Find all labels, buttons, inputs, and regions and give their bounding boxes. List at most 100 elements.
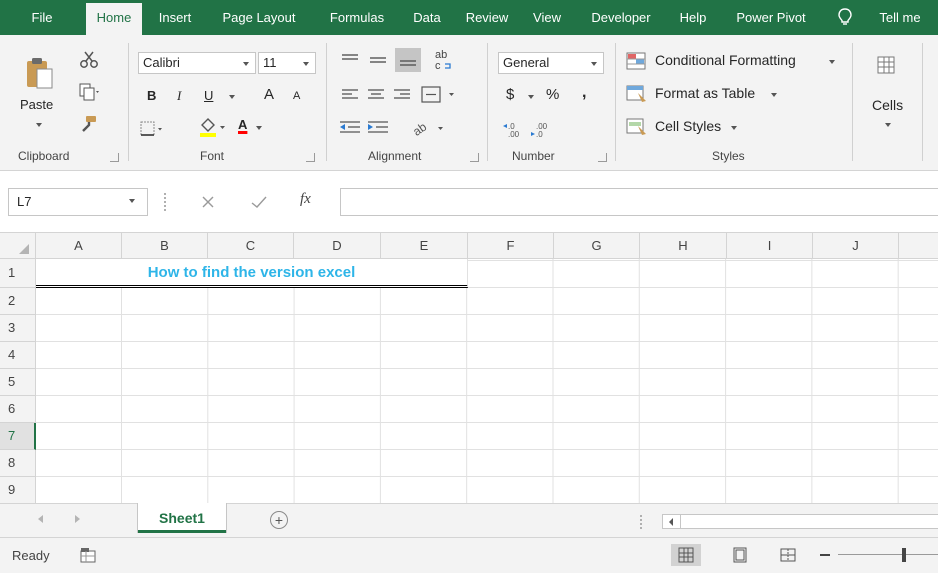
launcher-icon[interactable] [306,153,315,162]
align-middle-icon[interactable] [368,52,388,68]
tab-help[interactable]: Help [671,0,715,35]
row-header-4[interactable]: 4 [0,342,36,369]
row-header-8[interactable]: 8 [0,450,36,477]
horizontal-scrollbar[interactable] [662,514,938,529]
increase-decimal-icon[interactable]: .0 .00 [502,121,526,139]
column-header-d[interactable]: D [294,233,381,259]
enter-check-icon[interactable] [250,194,268,210]
launcher-icon[interactable] [470,153,479,162]
tab-split-grip[interactable] [640,515,643,529]
zoom-slider-track[interactable] [838,554,938,555]
increase-indent-icon[interactable] [366,119,390,137]
tab-formulas[interactable]: Formulas [317,0,397,35]
align-top-icon[interactable] [340,52,360,68]
column-header-k[interactable] [899,233,938,259]
tab-data[interactable]: Data [405,0,449,35]
column-header-g[interactable]: G [554,233,640,259]
previous-sheet-icon[interactable] [38,515,43,523]
page-layout-view-button[interactable] [725,544,755,566]
tab-review[interactable]: Review [457,0,517,35]
shrink-font-button[interactable]: A [293,90,300,102]
chevron-down-icon[interactable] [591,62,597,66]
column-header-b[interactable]: B [122,233,208,259]
paste-button[interactable]: Paste [16,53,62,137]
page-break-view-button[interactable] [773,544,803,566]
tab-view[interactable]: View [525,0,569,35]
conditional-formatting-button[interactable]: Conditional Formatting [626,51,842,73]
tab-file[interactable]: File [24,0,60,35]
font-color-button[interactable]: A [236,117,270,139]
row-header-6[interactable]: 6 [0,396,36,423]
grow-font-button[interactable]: A [264,86,274,103]
cell-styles-button[interactable]: Cell Styles [626,117,746,139]
sheet-tab-sheet1[interactable]: Sheet1 [138,503,226,533]
column-header-a[interactable]: A [36,233,122,259]
row-header-3[interactable]: 3 [0,315,36,342]
format-as-table-button[interactable]: Format as Table [626,84,786,106]
align-left-icon[interactable] [340,87,360,103]
tab-developer[interactable]: Developer [578,0,664,35]
column-header-h[interactable]: H [640,233,727,259]
merge-center-icon[interactable] [420,85,458,105]
chevron-down-icon[interactable] [229,95,235,99]
row-header-9[interactable]: 9 [0,477,36,503]
bold-button[interactable]: B [147,88,156,103]
zoom-out-icon[interactable] [820,554,830,556]
cut-icon[interactable] [79,51,99,69]
fill-color-icon[interactable] [198,117,228,139]
number-format-combo[interactable]: General [498,52,604,74]
row-header-7[interactable]: 7 [0,423,36,450]
align-center-icon[interactable] [366,87,386,103]
copy-icon[interactable] [79,83,101,101]
italic-button[interactable]: I [177,88,181,104]
column-header-j[interactable]: J [813,233,899,259]
wrap-text-icon[interactable]: ab c [432,48,454,72]
tab-tell-me[interactable]: Tell me [868,0,932,35]
borders-icon[interactable] [140,121,164,137]
add-sheet-icon[interactable]: + [270,511,288,529]
row-header-2[interactable]: 2 [0,288,36,315]
comma-button[interactable]: , [582,84,586,102]
format-painter-icon[interactable] [79,115,97,133]
cells-area[interactable] [36,259,938,503]
cancel-icon[interactable] [200,194,216,210]
chevron-down-icon[interactable] [129,199,135,203]
select-all-corner[interactable] [0,233,36,259]
column-header-f[interactable]: F [468,233,554,259]
tab-insert[interactable]: Insert [149,0,201,35]
chevron-down-icon[interactable] [243,62,249,66]
zoom-slider-thumb[interactable] [902,548,906,562]
launcher-icon[interactable] [598,153,607,162]
column-header-i[interactable]: I [727,233,813,259]
column-header-e[interactable]: E [381,233,468,259]
cells-button[interactable]: Cells [862,51,912,141]
macro-recording-icon[interactable] [80,547,96,563]
percent-button[interactable]: % [546,86,559,103]
name-box[interactable]: L7 [8,188,148,216]
formula-bar-grip[interactable] [164,193,167,211]
tab-page-layout[interactable]: Page Layout [209,0,309,35]
launcher-icon[interactable] [110,153,119,162]
decrease-indent-icon[interactable] [338,119,362,137]
font-size-combo[interactable]: 11 [258,52,316,74]
column-header-c[interactable]: C [208,233,294,259]
row-header-1[interactable]: 1 [0,259,36,288]
font-name-combo[interactable]: Calibri [138,52,256,74]
chevron-down-icon[interactable] [528,95,534,99]
title-cell-a1[interactable]: How to find the version excel [36,259,468,288]
chevron-down-icon[interactable] [303,62,309,66]
insert-function-button[interactable]: fx [300,191,311,208]
currency-button[interactable]: $ [506,86,514,103]
tab-home[interactable]: Home [86,3,142,35]
formula-input[interactable] [340,188,938,216]
align-right-icon[interactable] [392,87,412,103]
underline-button[interactable]: U [204,88,213,103]
align-bottom-button[interactable] [395,48,421,72]
row-header-5[interactable]: 5 [0,369,36,396]
orientation-icon[interactable]: ab [410,117,448,139]
decrease-decimal-icon[interactable]: .00 .0 [530,121,554,139]
normal-view-button[interactable] [671,544,701,566]
next-sheet-icon[interactable] [75,515,80,523]
scroll-left-button[interactable] [663,515,681,528]
chevron-down-icon[interactable] [36,123,42,127]
